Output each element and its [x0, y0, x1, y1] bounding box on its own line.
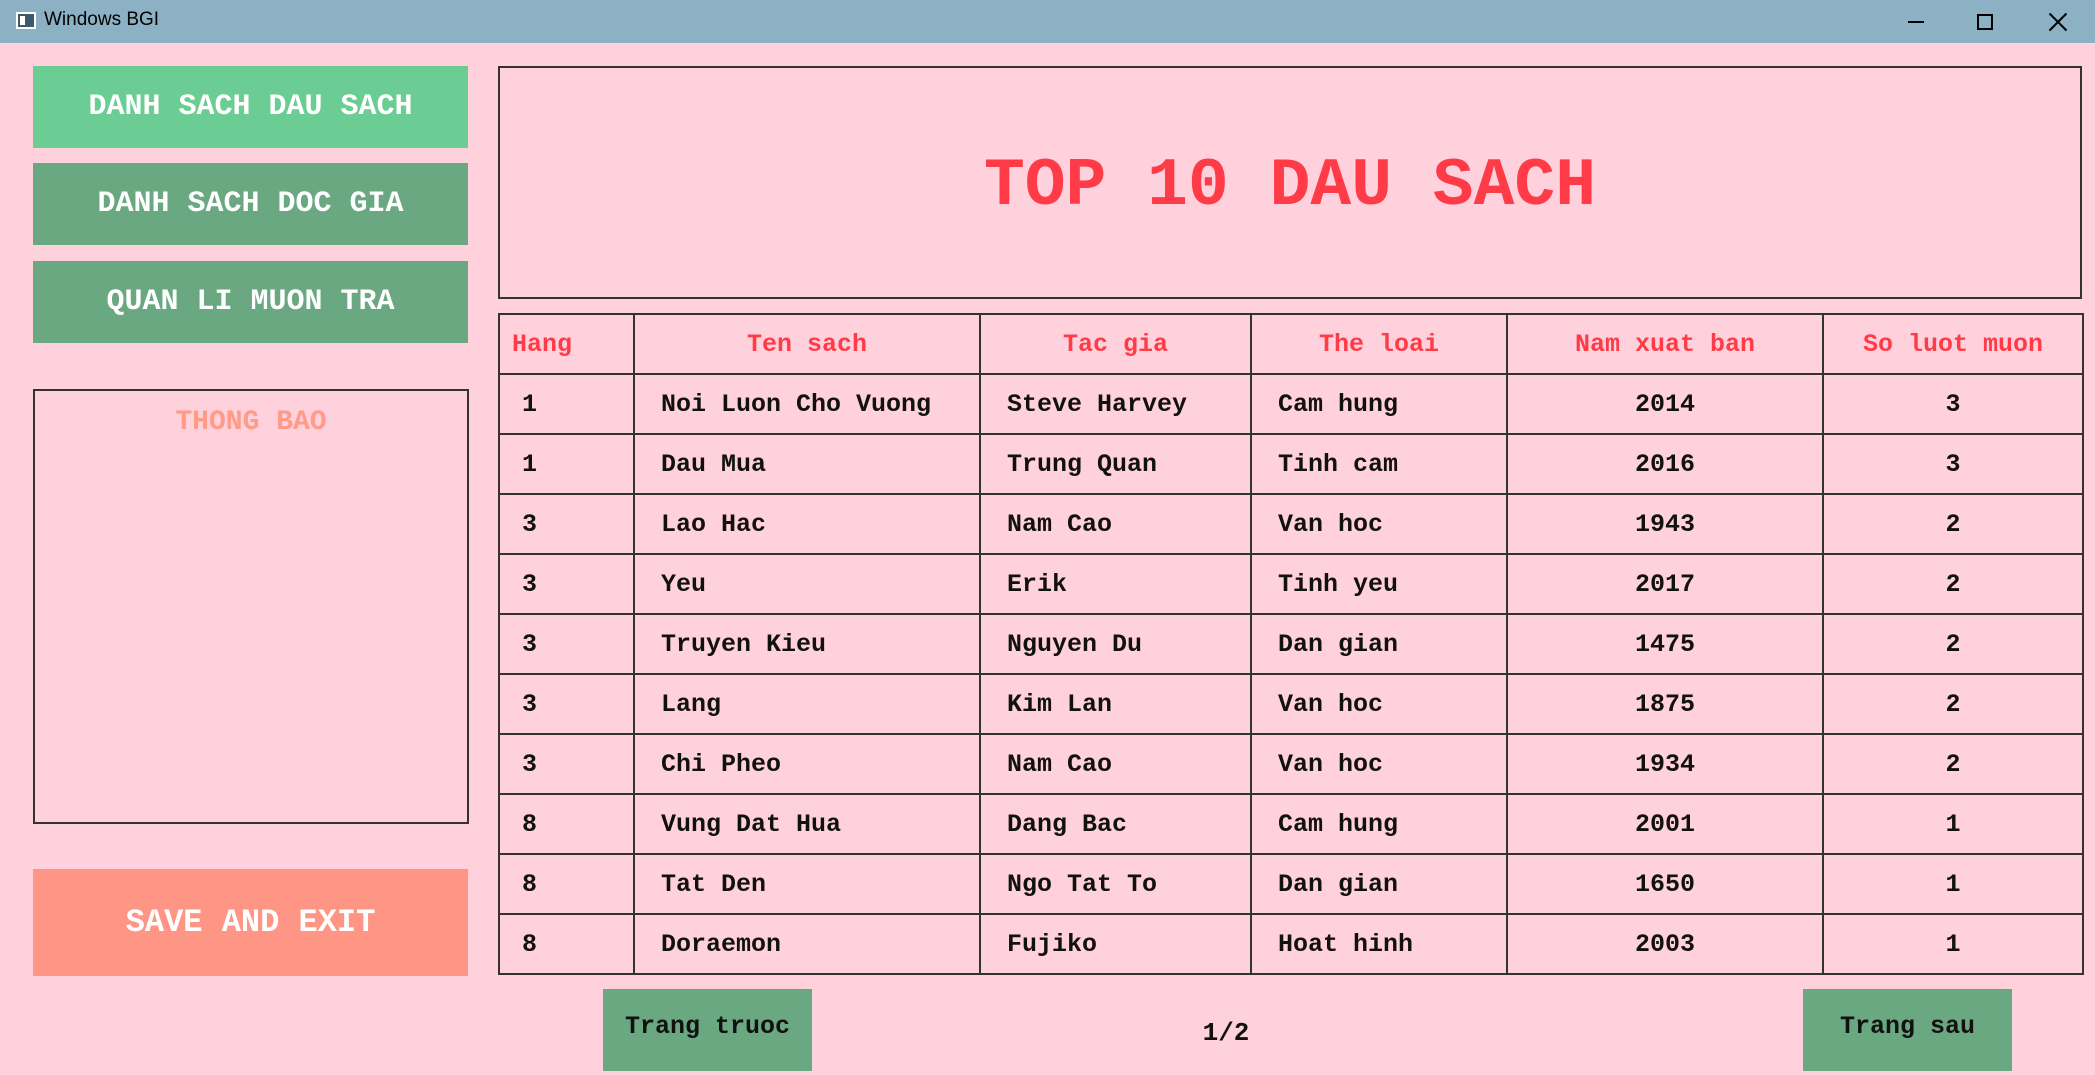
top-books-table: Hang Ten sach Tac gia The loai Nam xuat … — [498, 313, 2084, 975]
minimize-button[interactable] — [1882, 0, 1950, 43]
nav-danh-sach-doc-gia-button[interactable]: DANH SACH DOC GIA — [33, 163, 468, 245]
maximize-icon — [1977, 13, 1993, 30]
genre-cell: Tinh cam — [1250, 433, 1508, 495]
genre-cell: Cam hung — [1250, 373, 1508, 435]
rank-cell: 3 — [498, 613, 635, 675]
borrow-count-cell: 2 — [1822, 613, 2084, 675]
author-cell: Nguyen Du — [979, 613, 1252, 675]
genre-cell: Dan gian — [1250, 613, 1508, 675]
window-titlebar[interactable]: Windows BGI — [0, 0, 2095, 43]
page-title: TOP 10 DAU SACH — [983, 148, 1597, 225]
table-row: 1 Noi Luon Cho Vuong Steve Harvey Cam hu… — [498, 373, 2084, 435]
next-page-button[interactable]: Trang sau — [1803, 989, 2012, 1071]
author-cell: Ngo Tat To — [979, 853, 1252, 915]
rank-cell: 1 — [498, 433, 635, 495]
genre-cell: Cam hung — [1250, 793, 1508, 855]
borrow-count-cell: 3 — [1822, 433, 2084, 495]
year-cell: 2016 — [1506, 433, 1824, 495]
rank-cell: 8 — [498, 913, 635, 975]
table-row: 3 Truyen Kieu Nguyen Du Dan gian 1475 2 — [498, 613, 2084, 675]
nav-danh-sach-dau-sach-button[interactable]: DANH SACH DAU SACH — [33, 66, 468, 148]
genre-cell: Van hoc — [1250, 493, 1508, 555]
column-header-title: Ten sach — [633, 313, 981, 375]
borrow-count-cell: 2 — [1822, 733, 2084, 795]
year-cell: 2001 — [1506, 793, 1824, 855]
title-cell: Lao Hac — [633, 493, 981, 555]
borrow-count-cell: 1 — [1822, 853, 2084, 915]
minimize-icon — [1908, 20, 1924, 23]
maximize-button[interactable] — [1951, 0, 2019, 43]
author-cell: Fujiko — [979, 913, 1252, 975]
borrow-count-cell: 1 — [1822, 913, 2084, 975]
close-icon — [2048, 12, 2068, 32]
rank-cell: 3 — [498, 733, 635, 795]
table-row: 8 Tat Den Ngo Tat To Dan gian 1650 1 — [498, 853, 2084, 915]
table-header-row: Hang Ten sach Tac gia The loai Nam xuat … — [498, 313, 2084, 375]
column-header-author: Tac gia — [979, 313, 1252, 375]
genre-cell: Dan gian — [1250, 853, 1508, 915]
app-icon — [16, 12, 36, 29]
author-cell: Dang Bac — [979, 793, 1252, 855]
table-row: 8 Vung Dat Hua Dang Bac Cam hung 2001 1 — [498, 793, 2084, 855]
year-cell: 2014 — [1506, 373, 1824, 435]
title-cell: Vung Dat Hua — [633, 793, 981, 855]
rank-cell: 3 — [498, 673, 635, 735]
column-header-rank: Hang — [498, 313, 635, 375]
author-cell: Nam Cao — [979, 733, 1252, 795]
rank-cell: 8 — [498, 793, 635, 855]
borrow-count-cell: 2 — [1822, 553, 2084, 615]
column-header-genre: The loai — [1250, 313, 1508, 375]
borrow-count-cell: 3 — [1822, 373, 2084, 435]
author-cell: Erik — [979, 553, 1252, 615]
rank-cell: 3 — [498, 493, 635, 555]
column-header-borrow-count: So luot muon — [1822, 313, 2084, 375]
page-header: TOP 10 DAU SACH — [498, 66, 2082, 299]
genre-cell: Tinh yeu — [1250, 553, 1508, 615]
year-cell: 1475 — [1506, 613, 1824, 675]
window-title: Windows BGI — [44, 9, 160, 30]
table-row: 3 Lang Kim Lan Van hoc 1875 2 — [498, 673, 2084, 735]
year-cell: 2003 — [1506, 913, 1824, 975]
table-row: 3 Yeu Erik Tinh yeu 2017 2 — [498, 553, 2084, 615]
author-cell: Steve Harvey — [979, 373, 1252, 435]
borrow-count-cell: 1 — [1822, 793, 2084, 855]
column-header-year: Nam xuat ban — [1506, 313, 1824, 375]
table-row: 1 Dau Mua Trung Quan Tinh cam 2016 3 — [498, 433, 2084, 495]
rank-cell: 1 — [498, 373, 635, 435]
title-cell: Tat Den — [633, 853, 981, 915]
genre-cell: Van hoc — [1250, 673, 1508, 735]
author-cell: Nam Cao — [979, 493, 1252, 555]
close-button[interactable] — [2020, 0, 2095, 43]
rank-cell: 8 — [498, 853, 635, 915]
title-cell: Lang — [633, 673, 981, 735]
borrow-count-cell: 2 — [1822, 493, 2084, 555]
table-row: 8 Doraemon Fujiko Hoat hinh 2003 1 — [498, 913, 2084, 975]
author-cell: Trung Quan — [979, 433, 1252, 495]
author-cell: Kim Lan — [979, 673, 1252, 735]
title-cell: Noi Luon Cho Vuong — [633, 373, 981, 435]
title-cell: Chi Pheo — [633, 733, 981, 795]
borrow-count-cell: 2 — [1822, 673, 2084, 735]
genre-cell: Van hoc — [1250, 733, 1508, 795]
title-cell: Truyen Kieu — [633, 613, 981, 675]
title-cell: Dau Mua — [633, 433, 981, 495]
rank-cell: 3 — [498, 553, 635, 615]
year-cell: 2017 — [1506, 553, 1824, 615]
page-indicator: 1/2 — [1202, 1018, 1250, 1048]
notification-panel: THONG BAO — [33, 389, 469, 824]
table-row: 3 Lao Hac Nam Cao Van hoc 1943 2 — [498, 493, 2084, 555]
genre-cell: Hoat hinh — [1250, 913, 1508, 975]
title-cell: Yeu — [633, 553, 981, 615]
year-cell: 1943 — [1506, 493, 1824, 555]
save-and-exit-button[interactable]: SAVE AND EXIT — [33, 869, 468, 976]
year-cell: 1650 — [1506, 853, 1824, 915]
table-row: 3 Chi Pheo Nam Cao Van hoc 1934 2 — [498, 733, 2084, 795]
previous-page-button[interactable]: Trang truoc — [603, 989, 812, 1071]
notification-title: THONG BAO — [175, 407, 327, 438]
year-cell: 1934 — [1506, 733, 1824, 795]
nav-quan-li-muon-tra-button[interactable]: QUAN LI MUON TRA — [33, 261, 468, 343]
title-cell: Doraemon — [633, 913, 981, 975]
year-cell: 1875 — [1506, 673, 1824, 735]
